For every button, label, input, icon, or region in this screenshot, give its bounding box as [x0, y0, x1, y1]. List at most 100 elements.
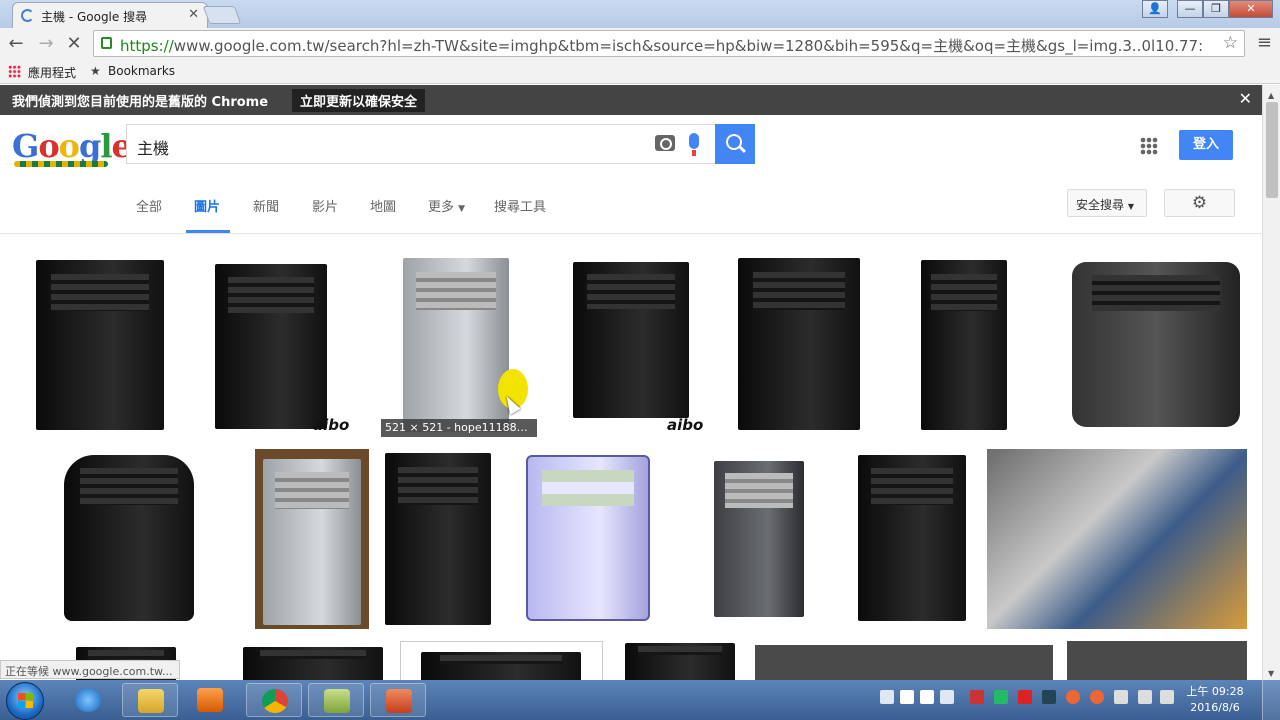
windows-taskbar: 上午 09:28 2016/8/6 — [0, 680, 1280, 720]
maximize-button[interactable]: ❐ — [1203, 0, 1229, 18]
pc-case-image — [738, 258, 860, 430]
image-result[interactable] — [1064, 254, 1247, 437]
ime-mode-icon[interactable] — [900, 690, 914, 704]
search-input[interactable]: 主機 — [126, 124, 716, 164]
status-bubble: 正在等候 www.google.com.tw... — [0, 660, 180, 679]
tab-title: 主機 - Google 搜尋 — [41, 10, 148, 24]
window-close-button[interactable]: ✕ — [1229, 0, 1273, 18]
tab-images[interactable]: 圖片 — [194, 196, 220, 215]
bookmark-apps[interactable]: 應用程式 — [28, 64, 76, 81]
internet-explorer-icon[interactable] — [60, 683, 116, 717]
scrollbar-thumb[interactable] — [1266, 102, 1278, 198]
network-icon[interactable] — [1138, 690, 1152, 704]
active-tab-underline — [186, 230, 230, 233]
safe-search-label: 安全搜尋 — [1076, 198, 1125, 212]
tab-more[interactable]: 更多 ▼ — [428, 196, 465, 215]
update-chrome-button[interactable]: 立即更新以確保安全 — [292, 89, 426, 112]
google-header: Google 主機 登入 — [0, 115, 1262, 173]
image-result[interactable]: aibo — [549, 254, 722, 437]
url-scheme: https:// — [120, 37, 174, 55]
image-result[interactable] — [16, 449, 243, 629]
scroll-down-icon[interactable]: ▼ — [1268, 669, 1274, 678]
image-result[interactable] — [400, 641, 603, 680]
image-result[interactable] — [508, 449, 672, 629]
chrome-icon[interactable] — [246, 683, 302, 717]
pc-case-image — [526, 455, 650, 621]
image-result[interactable] — [734, 254, 865, 437]
show-desktop-button[interactable] — [1262, 680, 1280, 720]
pc-case-image — [243, 647, 383, 680]
clock[interactable]: 上午 09:28 2016/8/6 — [1180, 684, 1250, 716]
tab-close-icon[interactable]: ✕ — [188, 7, 199, 22]
search-button[interactable] — [715, 124, 755, 164]
bookmark-folder[interactable]: Bookmarks — [108, 64, 175, 78]
minimize-button[interactable]: — — [1177, 0, 1203, 18]
google-logo[interactable]: Google — [12, 127, 132, 165]
tab-search-tools[interactable]: 搜尋工具 — [494, 196, 546, 215]
ime-settings-icon[interactable] — [940, 690, 954, 704]
volume-icon[interactable] — [1114, 690, 1128, 704]
tray-app-icon[interactable] — [970, 690, 984, 704]
image-result[interactable]: aibo — [195, 254, 369, 437]
notes-app-icon[interactable] — [308, 683, 364, 717]
browser-toolbar: ← → ✕ https://www.google.com.tw/search?h… — [0, 28, 1280, 60]
acrobat-icon[interactable] — [1018, 690, 1032, 704]
image-result[interactable] — [255, 449, 369, 629]
tray-app-icon[interactable] — [994, 690, 1008, 704]
login-button[interactable]: 登入 — [1179, 130, 1233, 160]
image-result[interactable] — [381, 449, 496, 629]
menu-icon[interactable]: ≡ — [1257, 32, 1272, 53]
back-button[interactable]: ← — [4, 32, 28, 56]
address-bar[interactable]: https://www.google.com.tw/search?hl=zh-T… — [93, 30, 1245, 57]
camera-icon[interactable] — [655, 135, 675, 151]
microphone-icon[interactable] — [689, 133, 699, 156]
image-result[interactable] — [877, 254, 1052, 437]
clock-date: 2016/8/6 — [1190, 701, 1240, 714]
tray-app-icon[interactable] — [1042, 690, 1056, 704]
gear-icon[interactable]: ⚙ — [1164, 189, 1235, 217]
image-result[interactable] — [848, 449, 975, 629]
stop-button[interactable]: ✕ — [62, 32, 86, 56]
pc-case-image — [1072, 262, 1240, 427]
tab-videos[interactable]: 影片 — [312, 196, 338, 215]
image-result-loading[interactable] — [755, 645, 1053, 680]
powerpoint-icon[interactable] — [370, 683, 426, 717]
tab-news[interactable]: 新聞 — [253, 196, 279, 215]
start-button[interactable] — [6, 682, 44, 720]
browser-tab[interactable]: 主機 - Google 搜尋 ✕ — [12, 2, 208, 28]
image-results-grid: aibo 521 × 521 - hope11188… aibo — [0, 235, 1262, 680]
bookmarks-bar: 應用程式 ★ Bookmarks — [0, 60, 1280, 84]
user-icon[interactable]: 👤 — [1142, 0, 1168, 18]
tray-app-icon[interactable] — [1090, 690, 1104, 704]
safe-search-dropdown[interactable]: 安全搜尋 ▼ — [1067, 189, 1147, 217]
tab-all[interactable]: 全部 — [136, 196, 162, 215]
pc-case-image — [573, 262, 689, 418]
image-result-loading[interactable] — [1067, 641, 1247, 680]
tab-maps[interactable]: 地圖 — [370, 196, 396, 215]
image-result[interactable] — [16, 254, 183, 437]
new-tab-button[interactable] — [202, 6, 242, 24]
flag-icon[interactable] — [1160, 690, 1174, 704]
media-player-icon[interactable] — [182, 683, 238, 717]
image-result[interactable] — [684, 449, 836, 629]
google-apps-icon[interactable] — [1140, 137, 1158, 155]
image-result[interactable] — [243, 641, 388, 680]
chevron-down-icon: ▼ — [1127, 202, 1134, 211]
forward-button[interactable]: → — [34, 32, 58, 56]
infobar-close-icon[interactable]: ✕ — [1239, 89, 1252, 108]
page-scrollbar[interactable]: ▲ ▼ — [1262, 85, 1280, 680]
doodle-decoration — [14, 161, 108, 167]
aibo-watermark: aibo — [667, 416, 704, 434]
scroll-up-icon[interactable]: ▲ — [1268, 91, 1274, 100]
ime-width-icon[interactable] — [920, 690, 934, 704]
image-hover-caption: 521 × 521 - hope11188… — [381, 419, 537, 437]
search-query: 主機 — [137, 139, 170, 158]
aibo-watermark: aibo — [313, 416, 350, 434]
clock-time: 上午 09:28 — [1186, 685, 1244, 698]
ime-icon[interactable] — [880, 690, 894, 704]
file-explorer-icon[interactable] — [122, 683, 178, 717]
image-result[interactable] — [987, 449, 1247, 629]
image-result[interactable] — [615, 641, 743, 680]
star-icon[interactable]: ☆ — [1222, 33, 1238, 53]
tray-app-icon[interactable] — [1066, 690, 1080, 704]
